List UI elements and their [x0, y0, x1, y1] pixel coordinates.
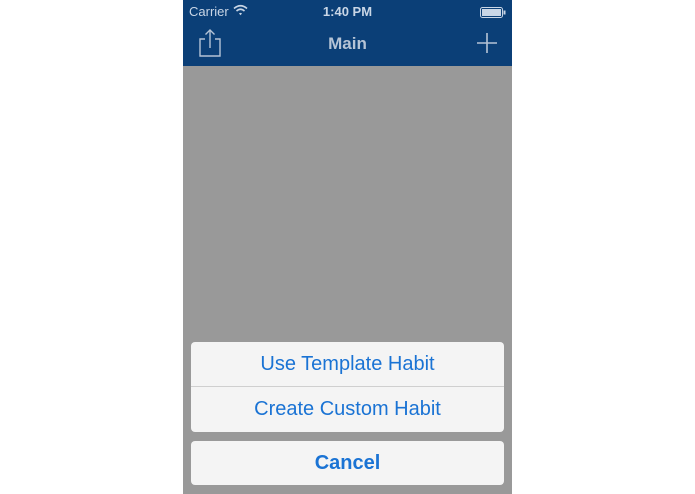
create-custom-habit-button[interactable]: Create Custom Habit [191, 387, 504, 432]
phone-screen: Carrier 1:40 PM Main Use Template Habit … [183, 0, 512, 494]
page-title: Main [328, 34, 367, 53]
navigation-bar: Main [183, 22, 512, 66]
cancel-group: Cancel [191, 441, 504, 485]
use-template-habit-button[interactable]: Use Template Habit [191, 342, 504, 387]
add-habit-button[interactable] [476, 32, 498, 54]
action-sheet: Use Template Habit Create Custom Habit [191, 342, 504, 432]
status-bar: Carrier 1:40 PM [183, 0, 512, 22]
battery-icon [480, 6, 506, 18]
status-time: 1:40 PM [322, 4, 373, 19]
plus-icon [476, 33, 498, 58]
cancel-button[interactable]: Cancel [191, 441, 504, 485]
